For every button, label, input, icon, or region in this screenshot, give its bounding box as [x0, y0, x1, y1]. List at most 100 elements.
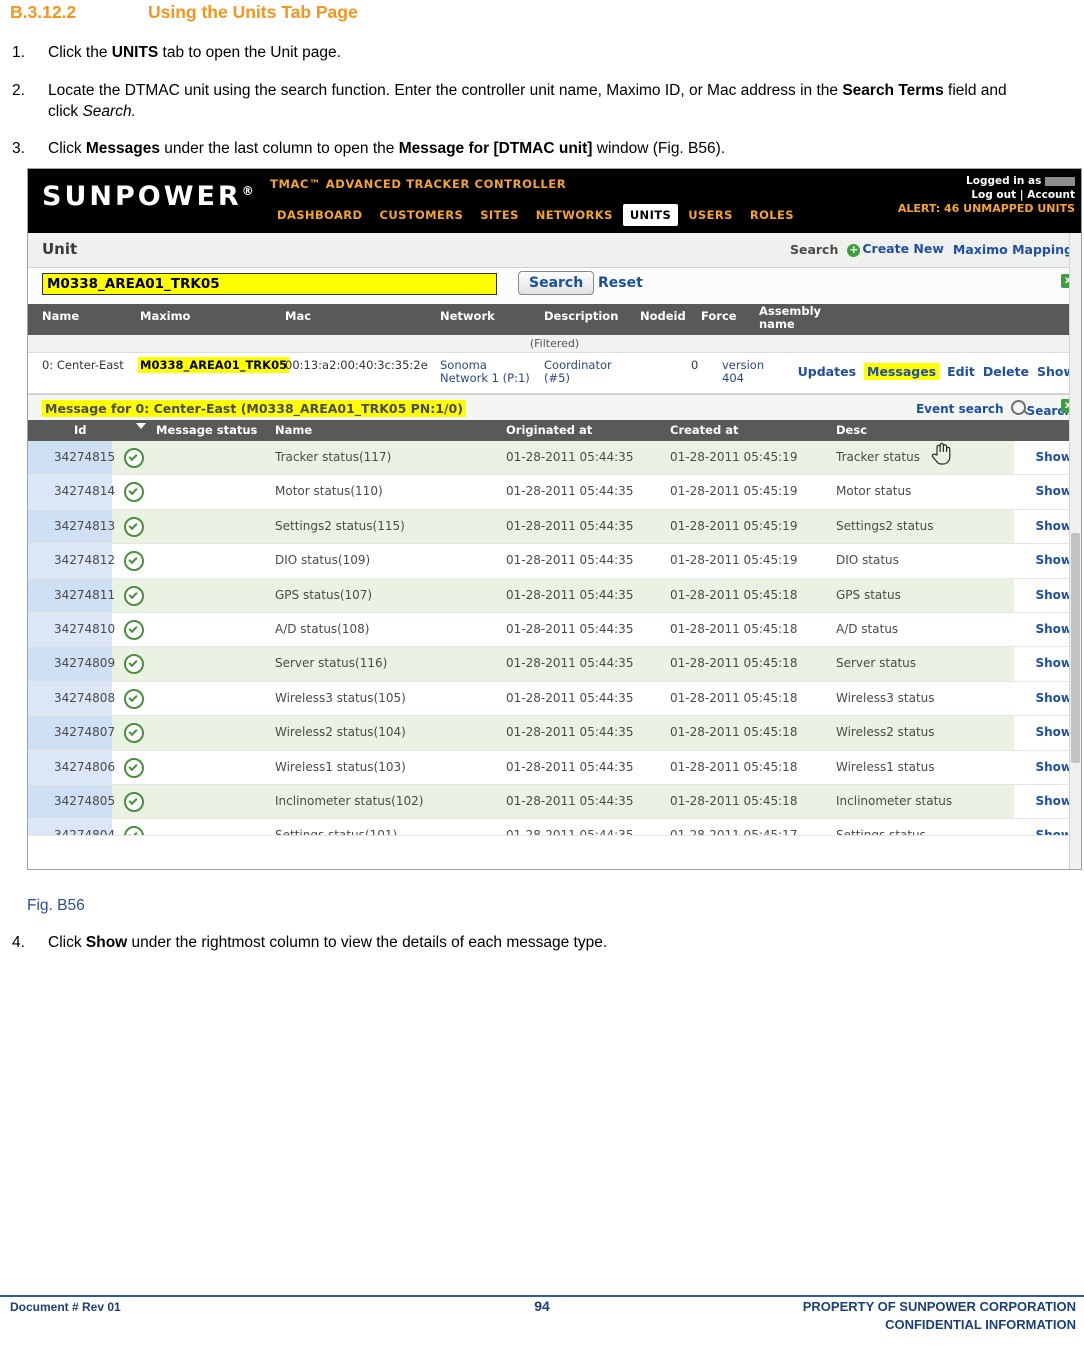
message-show-link[interactable]: Show	[1035, 760, 1072, 774]
cell-mac: 00:13:a2:00:40:3c:35:2e	[285, 358, 428, 372]
messages-link[interactable]: Messages	[864, 363, 940, 380]
message-show-link[interactable]: Show	[1035, 691, 1072, 705]
message-originated: 01-28-2011 05:44:35	[506, 759, 634, 774]
message-id-cell: 34274804	[28, 819, 115, 836]
message-id: 34274810	[54, 621, 116, 636]
message-created: 01-28-2011 05:45:18	[670, 793, 798, 808]
nav-dashboard[interactable]: DASHBOARD	[270, 204, 370, 226]
message-desc: Inclinometer status	[836, 793, 953, 808]
message-show-link[interactable]: Show	[1035, 484, 1072, 498]
nav-roles[interactable]: ROLES	[743, 204, 801, 226]
heading-text: Using the Units Tab Page	[148, 2, 358, 22]
message-id: 34274814	[54, 484, 116, 499]
figure-caption: Fig. B56	[27, 897, 85, 914]
message-show-link[interactable]: Show	[1035, 450, 1072, 464]
message-show-link[interactable]: Show	[1035, 588, 1072, 602]
unit-row-actions: Updates Messages Edit Delete Show	[798, 363, 1075, 380]
create-new-link[interactable]: + Create New	[847, 241, 944, 257]
message-id-cell: 34274805	[28, 784, 115, 819]
message-originated: 01-28-2011 05:44:35	[506, 725, 634, 740]
status-ok-icon	[124, 826, 144, 836]
message-name: DIO status(109)	[275, 553, 371, 568]
message-originated: 01-28-2011 05:44:35	[506, 690, 634, 705]
message-row: 34274805 Inclinometer status(102) 01-28-20…	[28, 784, 1081, 820]
message-show-link[interactable]: Show	[1035, 656, 1072, 670]
cell-maximo: M0338_AREA01_TRK05	[138, 357, 290, 373]
message-name: Wireless2 status(104)	[275, 725, 406, 740]
message-desc: Motor status	[836, 484, 912, 499]
message-created: 01-28-2011 05:45:19	[670, 450, 798, 464]
message-id-cell: 34274811	[28, 578, 115, 612]
message-name: Wireless1 status(103)	[275, 759, 406, 774]
message-desc: Wireless2 status	[836, 725, 935, 740]
msg-col-status: Message status	[156, 423, 258, 437]
message-row: 34274811 GPS status(107) 01-28-2011 05:44:…	[28, 578, 1081, 613]
msg-col-created: Created at	[670, 423, 739, 437]
search-button[interactable]: Search	[518, 271, 595, 295]
message-row: 34274808 Wireless3 status(105) 01-28-2011 …	[28, 681, 1081, 717]
message-row: 34274814 Motor status(110) 01-28-2011 05:4…	[28, 475, 1081, 510]
msg-col-id: Id	[74, 423, 87, 437]
message-desc: Tracker status	[836, 450, 920, 464]
logged-in-label: Logged in as	[966, 175, 1042, 187]
message-show-link[interactable]: Show	[1035, 519, 1072, 533]
col-nodeid: Nodeid	[640, 309, 686, 323]
updates-link[interactable]: Updates	[798, 364, 856, 379]
message-id-cell: 34274813	[28, 509, 115, 544]
message-show-link[interactable]: Show	[1035, 828, 1072, 835]
unit-search-link[interactable]: Search	[790, 242, 838, 257]
msg-col-name: Name	[275, 423, 313, 437]
edit-link[interactable]: Edit	[947, 364, 975, 379]
message-show-link[interactable]: Show	[1035, 794, 1072, 808]
message-created: 01-28-2011 05:45:18	[670, 759, 798, 774]
nav-units[interactable]: UNITS	[622, 204, 679, 226]
footer-divider	[0, 1295, 1084, 1297]
status-ok-icon	[124, 516, 144, 537]
app-header: SUNPOWER® TMAC™ ADVANCED TRACKER CONTROL…	[28, 169, 1081, 233]
event-search-link[interactable]: Event search	[916, 402, 1004, 416]
message-show-link[interactable]: Show	[1035, 622, 1072, 636]
message-created: 01-28-2011 05:45:19	[670, 484, 798, 499]
message-name: Server status(116)	[275, 656, 388, 671]
message-show-link[interactable]: Show	[1035, 553, 1072, 567]
cell-force: version 404	[722, 358, 765, 385]
col-assembly-name: Assembly name	[759, 304, 822, 331]
message-created: 01-28-2011 05:45:19	[670, 518, 798, 533]
account-area: Logged in as xx Log out | Account ALERT:…	[898, 174, 1075, 216]
message-table-body: 34274815 Tracker status(117) 01-28-2011 05…	[28, 441, 1081, 837]
step-4-index: 4.	[12, 934, 25, 951]
search-input[interactable]: M0338_AREA01_TRK05	[42, 273, 497, 295]
nav-sites[interactable]: SITES	[473, 204, 526, 226]
message-created: 01-28-2011 05:45:18	[670, 725, 798, 740]
message-name: GPS status(107)	[275, 587, 373, 602]
registered-mark-icon: ®	[241, 184, 254, 198]
message-row: 34274807 Wireless2 status(104) 01-28-2011 …	[28, 716, 1081, 751]
message-created: 01-28-2011 05:45:18	[670, 621, 798, 636]
message-id-cell: 34274807	[28, 716, 116, 750]
maximo-mapping-link[interactable]: Maximo Mapping	[953, 242, 1073, 257]
message-panel-links: Event search Search	[916, 400, 1073, 418]
message-name: Settings status(101)	[275, 828, 398, 837]
message-id-cell: 34274810	[28, 612, 116, 647]
unit-table-header: Name Maximo Mac Network Description Node…	[28, 304, 1081, 335]
message-panel: Message for 0: Center-East (M0338_AREA01…	[28, 394, 1081, 837]
message-id-cell: 34274809	[28, 647, 115, 681]
message-row: 34274813 Settings2 status(115) 01-28-2011 …	[28, 509, 1081, 545]
scrollbar-thumb[interactable]	[1071, 533, 1080, 763]
nav-customers[interactable]: CUSTOMERS	[373, 204, 471, 226]
logout-account-links[interactable]: Log out | Account	[898, 188, 1075, 202]
nav-users[interactable]: USERS	[681, 204, 740, 226]
message-desc: Settings2 status	[836, 518, 934, 533]
nav-networks[interactable]: NETWORKS	[529, 204, 620, 226]
alert-banner: ALERT: 46 UNMAPPED UNITS	[897, 202, 1075, 215]
message-id: 34274807	[54, 725, 116, 740]
col-maximo: Maximo	[140, 309, 191, 323]
cell-name: 0: Center-East	[42, 358, 124, 372]
message-id: 34274815	[54, 450, 116, 464]
col-description: Description	[544, 309, 619, 323]
scrollbar-track[interactable]	[1069, 233, 1081, 869]
delete-link[interactable]: Delete	[983, 364, 1029, 379]
message-show-link[interactable]: Show	[1035, 725, 1072, 739]
reset-link[interactable]: Reset	[598, 275, 643, 291]
message-originated: 01-28-2011 05:44:35	[506, 450, 634, 464]
